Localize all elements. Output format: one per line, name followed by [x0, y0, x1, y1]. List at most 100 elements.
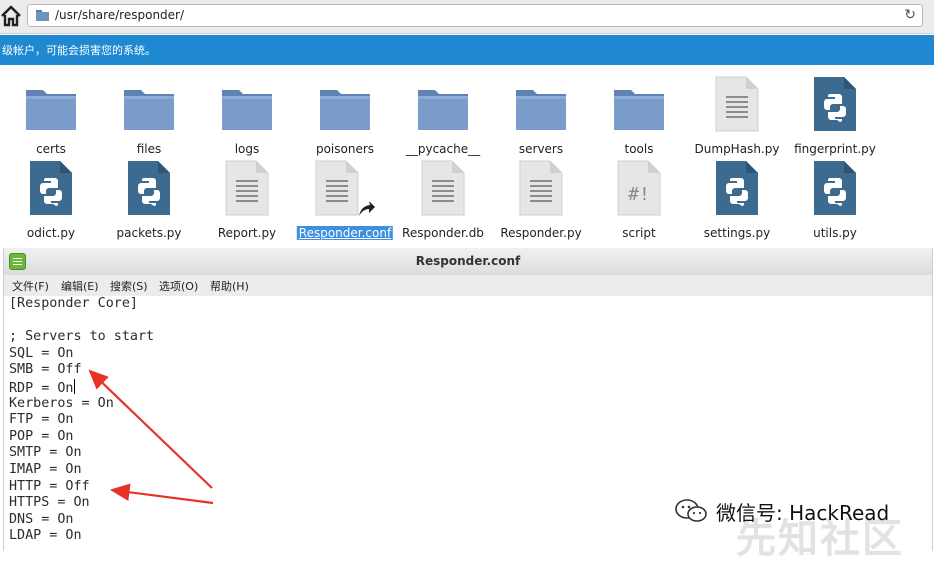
script-file-icon: #! [617, 160, 661, 220]
banner-text: 级帐户，可能会损害您的系统。 [2, 44, 156, 57]
code-line-text: SQL = On [9, 345, 74, 361]
file-item[interactable]: certs [2, 76, 100, 156]
menu-help[interactable]: 帮助(H) [210, 278, 249, 294]
python-file-icon [813, 160, 857, 220]
file-name-label: odict.py [26, 226, 76, 240]
file-name-label: servers [518, 142, 564, 156]
code-line-text: SMB = Off [9, 362, 82, 378]
file-item[interactable]: Responder.conf [296, 160, 394, 240]
file-name-label: fingerprint.py [794, 142, 876, 156]
file-name-label: settings.py [703, 226, 771, 240]
code-line: HTTPS = On [9, 495, 90, 511]
file-item[interactable]: poisoners [296, 76, 394, 156]
text-file-link-icon [315, 160, 375, 224]
code-line-text: POP = On [9, 428, 74, 444]
file-item[interactable]: DumpHash.py [688, 76, 786, 156]
code-line-text: DNS = On [9, 511, 74, 527]
folder-icon [515, 84, 567, 136]
menu-search[interactable]: 搜索(S) [110, 278, 148, 294]
code-line-text: Kerberos = On [9, 395, 114, 411]
file-name-label: Responder.conf [296, 226, 394, 240]
text-caret [73, 379, 75, 394]
file-name-label: files [136, 142, 162, 156]
file-item[interactable]: settings.py [688, 160, 786, 240]
menu-edit[interactable]: 编辑(E) [61, 278, 99, 294]
file-name-label: certs [36, 142, 66, 156]
file-name-label: Report.py [217, 226, 277, 240]
file-item[interactable]: Responder.py [492, 160, 590, 240]
editor-menubar: 文件(F) 编辑(E) 搜索(S) 选项(O) 帮助(H) [4, 275, 932, 297]
text-file-icon [519, 160, 563, 220]
file-name-label: packets.py [116, 226, 182, 240]
folder-icon [613, 84, 665, 136]
code-line: FTP = On [9, 412, 74, 428]
python-file-icon [715, 160, 759, 220]
file-item[interactable]: odict.py [2, 160, 100, 240]
file-item[interactable]: utils.py [786, 160, 884, 240]
location-bar[interactable]: /usr/share/responder/ ↻ [27, 4, 923, 27]
file-manager-toolbar: /usr/share/responder/ ↻ [0, 0, 934, 34]
editor-titlebar[interactable]: Responder.conf [4, 248, 932, 276]
file-item[interactable]: servers [492, 76, 590, 156]
file-name-label: poisoners [315, 142, 375, 156]
file-icon-grid: certs files logs poisoners __pycache__ server… [0, 68, 934, 248]
file-item[interactable]: packets.py [100, 160, 198, 240]
code-line-text: HTTPS = On [9, 495, 90, 511]
code-line: DNS = On [9, 512, 74, 528]
menu-options[interactable]: 选项(O) [159, 278, 198, 294]
code-line: IMAP = On [9, 462, 82, 478]
file-item[interactable]: #! script [590, 160, 688, 240]
file-item[interactable]: Responder.db [394, 160, 492, 240]
folder-icon [319, 84, 371, 136]
file-name-label: Responder.py [500, 226, 582, 240]
home-icon [1, 5, 21, 27]
file-item[interactable]: files [100, 76, 198, 156]
location-path: /usr/share/responder/ [55, 8, 185, 22]
code-line: LDAP = On [9, 528, 82, 544]
code-line-text: LDAP = On [9, 528, 82, 544]
code-line-text: HTTP = Off [9, 478, 90, 494]
code-line-text: IMAP = On [9, 462, 82, 477]
code-line-text: RDP = On [9, 381, 74, 396]
home-button[interactable] [0, 4, 22, 28]
text-file-icon [225, 160, 269, 220]
watermark-text: 微信号: HackRead [716, 501, 890, 525]
file-name-label: logs [234, 142, 260, 156]
code-line: SQL = On [9, 346, 74, 362]
reload-icon[interactable]: ↻ [904, 7, 916, 23]
code-line-text: [Responder Core] [9, 296, 138, 311]
file-item[interactable]: tools [590, 76, 688, 156]
python-file-icon [813, 76, 857, 136]
editor-title: Responder.conf [415, 254, 521, 268]
code-line-text: ; Servers to start [9, 329, 155, 345]
code-line: POP = On [9, 429, 74, 445]
file-item[interactable]: __pycache__ [394, 76, 492, 156]
file-name-label: tools [624, 142, 654, 156]
code-line: Kerberos = On [9, 396, 114, 412]
code-line: SMB = Off [9, 362, 82, 378]
file-item[interactable]: fingerprint.py [786, 76, 884, 156]
code-line: SMTP = On [9, 445, 82, 461]
file-item[interactable]: logs [198, 76, 296, 156]
python-file-icon [29, 160, 73, 220]
text-file-icon [715, 76, 759, 136]
python-file-icon [127, 160, 171, 220]
watermark: 先知社区 微信号: HackRead [668, 494, 928, 562]
folder-icon [36, 10, 49, 21]
text-file-icon [421, 160, 465, 220]
file-name-label: __pycache__ [405, 142, 481, 156]
code-line-text: SMTP = On [9, 445, 82, 461]
file-name-label: script [622, 226, 656, 240]
folder-icon [25, 84, 77, 136]
folder-icon [417, 84, 469, 136]
file-item[interactable]: Report.py [198, 160, 296, 240]
code-line-text: FTP = On [9, 412, 74, 428]
file-name-label: Responder.db [402, 226, 484, 240]
file-name-label: utils.py [813, 226, 857, 240]
menu-file[interactable]: 文件(F) [12, 278, 49, 294]
file-name-label: DumpHash.py [694, 142, 780, 156]
root-warning-banner: 级帐户，可能会损害您的系统。 [0, 35, 934, 65]
folder-icon [123, 84, 175, 136]
code-line: RDP = On [9, 379, 75, 397]
code-line: [Responder Core] [9, 296, 138, 312]
